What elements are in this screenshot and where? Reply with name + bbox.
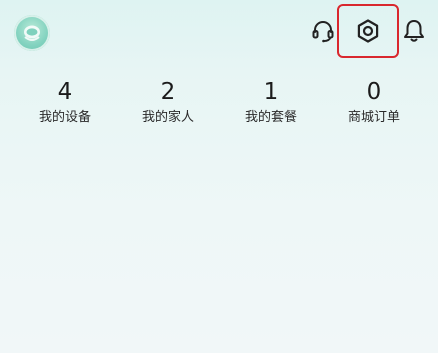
stat-label: 我的家人	[141, 110, 194, 125]
stat-my-family[interactable]: 2 我的家人	[123, 78, 213, 126]
stat-label: 我的套餐	[244, 110, 297, 125]
headset-icon	[312, 21, 334, 43]
stat-value: 2	[160, 79, 176, 105]
settings-icon	[357, 19, 379, 43]
avatar[interactable]	[14, 15, 50, 51]
user-avatar-icon	[24, 25, 40, 41]
bell-icon	[404, 20, 424, 42]
settings-button[interactable]	[337, 4, 399, 58]
notifications-button[interactable]	[401, 17, 427, 45]
stat-my-plan[interactable]: 1 我的套餐	[226, 78, 316, 126]
stat-label: 商城订单	[347, 110, 400, 125]
stats-row: 4 我的设备 2 我的家人 1 我的套餐 0 商城订单	[0, 78, 438, 138]
top-bar	[0, 0, 438, 62]
stat-value: 4	[57, 79, 73, 105]
stat-value: 0	[366, 79, 382, 105]
stat-mall-orders[interactable]: 0 商城订单	[329, 78, 419, 126]
customer-support-button[interactable]	[309, 17, 337, 45]
stat-label: 我的设备	[38, 110, 91, 125]
stat-value: 1	[263, 79, 279, 105]
stat-my-devices[interactable]: 4 我的设备	[20, 78, 110, 126]
